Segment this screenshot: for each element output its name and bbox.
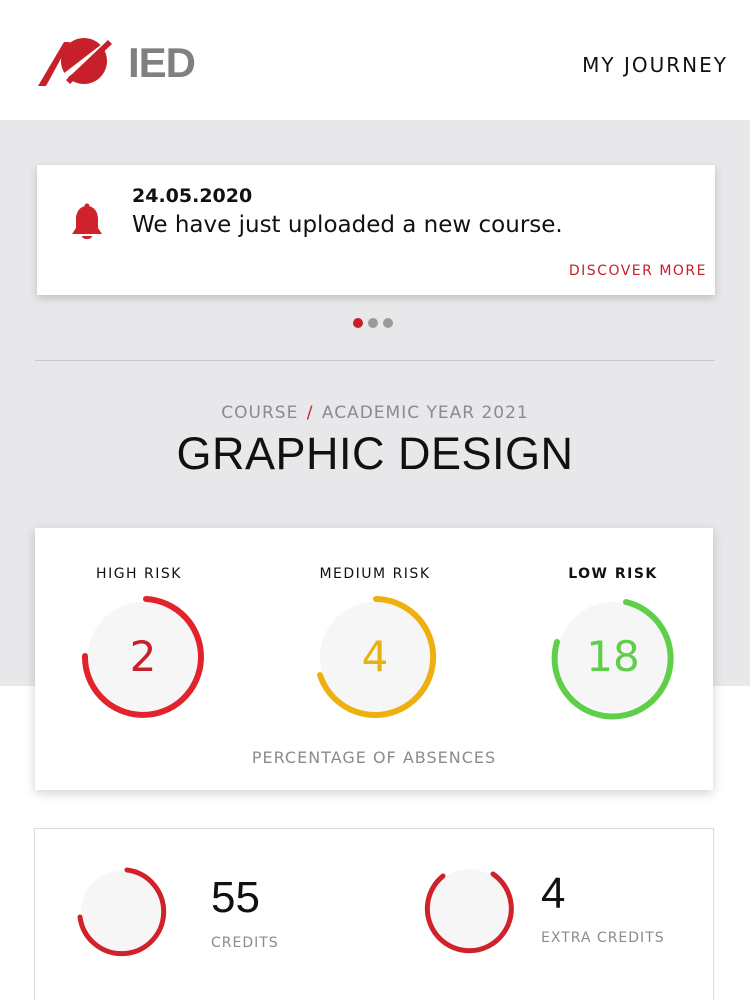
credits-ring	[75, 865, 167, 957]
extra-credits-value: 4	[541, 869, 566, 918]
logo-text: IED	[128, 39, 196, 86]
absences-caption: PERCENTAGE OF ABSENCES	[251, 748, 497, 767]
absence-risk-card: HIGH RISK 2 MEDIUM RISK 4 LOW RISK 18 PE…	[35, 528, 713, 790]
app-header: IED MY JOURNEY	[0, 0, 750, 120]
extra-credits-ring-icon	[424, 869, 514, 954]
risk-value: 4	[361, 632, 389, 681]
ied-logo[interactable]: IED	[36, 34, 196, 92]
risk-ring: 4	[310, 592, 440, 722]
risk-value: 2	[129, 632, 157, 681]
credits-ring-icon	[77, 867, 167, 957]
discover-more-link[interactable]: DISCOVER MORE	[569, 263, 707, 279]
credits-card: 55 CREDITS 4 EXTRA CREDITS	[34, 828, 714, 1000]
risk-ring: 18	[548, 592, 678, 722]
risk-label: HIGH RISK	[96, 566, 182, 582]
bell-icon	[72, 203, 102, 239]
risk-value: 18	[586, 632, 640, 681]
risk-ring: 2	[78, 592, 208, 722]
extra-credits-ring	[423, 863, 515, 955]
notification-message: We have just uploaded a new course.	[132, 212, 563, 238]
risk-label: LOW RISK	[568, 566, 658, 582]
extra-credits-label: EXTRA CREDITS	[541, 930, 665, 946]
notification-date: 24.05.2020	[132, 185, 253, 207]
risk-low[interactable]: LOW RISK 18	[513, 528, 713, 728]
carousel-dot[interactable]	[383, 318, 393, 328]
carousel-dot[interactable]	[368, 318, 378, 328]
course-prefix: COURSE	[221, 403, 299, 423]
course-title: GRAPHIC DESIGN	[176, 428, 574, 479]
notification-card[interactable]: 24.05.2020 We have just uploaded a new c…	[37, 165, 715, 295]
credits-value: 55	[211, 873, 260, 922]
logo-mark-icon	[38, 38, 112, 88]
course-subtitle: COURSE / ACADEMIC YEAR 2021	[0, 403, 750, 423]
credits-label: CREDITS	[211, 935, 279, 951]
academic-year: ACADEMIC YEAR 2021	[321, 403, 529, 423]
section-divider	[35, 360, 715, 361]
my-journey-link[interactable]: MY JOURNEY	[582, 53, 728, 77]
subtitle-separator: /	[306, 403, 314, 423]
risk-high[interactable]: HIGH RISK 2	[39, 528, 239, 728]
carousel-dot[interactable]	[353, 318, 363, 328]
carousel-pagination	[353, 318, 393, 328]
risk-label: MEDIUM RISK	[319, 566, 431, 582]
risk-medium[interactable]: MEDIUM RISK 4	[275, 528, 475, 728]
